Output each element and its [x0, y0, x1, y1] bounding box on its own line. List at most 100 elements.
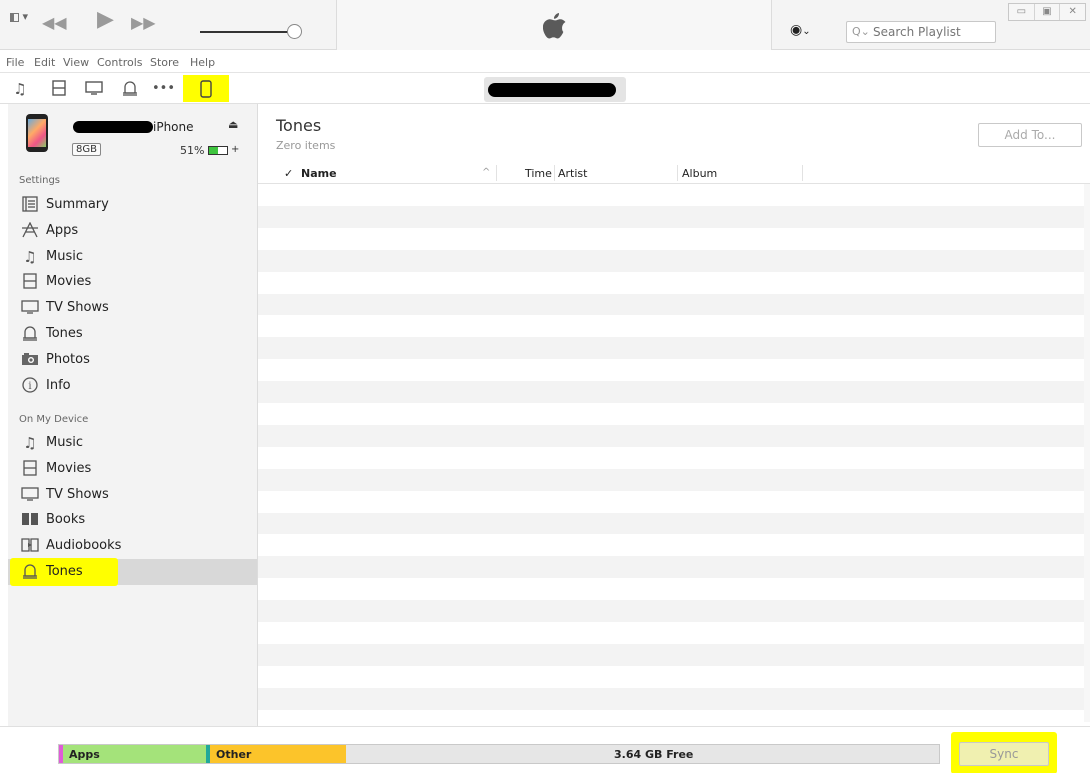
iphone-image	[26, 114, 48, 152]
table-row	[258, 315, 1084, 338]
redaction-mark	[73, 121, 153, 133]
sidebar-item-tones[interactable]: Tones	[8, 321, 257, 347]
apps-icon	[20, 221, 40, 240]
device-name-button[interactable]	[484, 77, 626, 102]
play-icon[interactable]: ▶	[97, 9, 114, 31]
summary-icon	[20, 196, 40, 214]
sidebar-item-label: Books	[46, 512, 86, 528]
menu-file[interactable]: File	[6, 56, 24, 69]
sidebar-item-label: Tones	[46, 564, 83, 579]
movies-icon	[20, 460, 40, 478]
album-column-header[interactable]: Album	[682, 167, 717, 180]
sidebar-item-summary[interactable]: Summary	[8, 192, 257, 218]
menu-view[interactable]: View	[63, 56, 89, 69]
table-row	[258, 293, 1084, 316]
table-row	[258, 687, 1084, 710]
table-row	[258, 403, 1084, 425]
volume-slider[interactable]	[200, 31, 288, 33]
table-row	[258, 446, 1084, 469]
table-row	[258, 534, 1084, 557]
device-icon[interactable]	[197, 80, 215, 98]
minimize-button[interactable]: ▭	[1009, 4, 1035, 20]
sidebar-item-label: Summary	[46, 197, 109, 212]
sidebar-item-apps[interactable]: Apps	[8, 218, 257, 244]
apps-segment: Apps	[63, 745, 206, 763]
sidebar-device-item-movies[interactable]: Movies	[8, 456, 257, 482]
maximize-button[interactable]: ▣	[1035, 4, 1061, 20]
sidebar-item-label: TV Shows	[46, 486, 109, 502]
table-row	[258, 381, 1084, 403]
tv-icon[interactable]	[84, 80, 104, 98]
camera-icon	[20, 351, 40, 369]
free-space-label: 3.64 GB Free	[614, 748, 694, 761]
music-icon: ♫	[23, 247, 37, 266]
table-row	[258, 249, 1084, 272]
table-row	[258, 512, 1084, 535]
menu-help[interactable]: Help	[190, 56, 215, 69]
player-toolbar: ▾ ◀◀ ▶ ▶▶ ◉⌄ Q⌄ ▭ ▣ ✕	[0, 0, 1090, 50]
table-row	[258, 643, 1084, 666]
sidebar-item-tv-shows[interactable]: TV Shows	[8, 295, 257, 321]
search-field[interactable]: Q⌄	[846, 21, 996, 43]
close-button[interactable]: ✕	[1060, 4, 1085, 20]
menu-controls[interactable]: Controls	[97, 56, 143, 69]
checkbox-column-header[interactable]: ✓	[284, 167, 293, 180]
sidebar-item-photos[interactable]: Photos	[8, 347, 257, 373]
menu-edit[interactable]: Edit	[34, 56, 55, 69]
apple-logo-icon	[543, 13, 566, 39]
sidebar-item-movies[interactable]: Movies	[8, 269, 257, 295]
table-row	[258, 359, 1084, 382]
sidebar-item-label: Audiobooks	[46, 538, 122, 554]
eject-icon[interactable]: ⏏	[228, 118, 238, 131]
sidebar-item-info[interactable]: i Info	[8, 373, 257, 399]
sync-button[interactable]: Sync	[959, 742, 1049, 766]
table-row	[258, 205, 1084, 228]
bell-icon	[20, 325, 40, 343]
more-icon[interactable]: •••	[152, 80, 175, 98]
sidebar-device-item-tones[interactable]: Tones	[8, 559, 257, 585]
table-row	[258, 468, 1084, 491]
sidebar-item-label: Photos	[46, 351, 90, 367]
item-count: Zero items	[276, 139, 336, 152]
scrollbar[interactable]	[1084, 184, 1090, 722]
sidebar-item-label: Movies	[46, 274, 92, 290]
books-icon	[20, 511, 40, 529]
table-row	[258, 600, 1084, 622]
time-column-header[interactable]: Time	[525, 167, 552, 180]
search-icon: Q⌄	[852, 25, 870, 38]
volume-knob[interactable]	[287, 24, 302, 39]
sidebar-device-item-music[interactable]: ♫ Music	[8, 430, 257, 456]
music-icon[interactable]: ♫	[10, 80, 30, 98]
add-to-button[interactable]: Add To...	[978, 123, 1082, 147]
table-row	[258, 622, 1084, 644]
name-column-header[interactable]: Name	[301, 167, 337, 180]
table-row	[258, 227, 1084, 250]
menu-store[interactable]: Store	[150, 56, 179, 69]
table-row	[258, 665, 1084, 688]
other-segment: Other	[210, 745, 346, 763]
menu-bar: File Edit View Controls Store Help	[0, 51, 1090, 73]
page-title: Tones	[276, 116, 322, 135]
sidebar-device-item-tv-shows[interactable]: TV Shows	[8, 482, 257, 508]
sidebar-device-item-audiobooks[interactable]: Audiobooks	[8, 533, 257, 559]
previous-track-icon[interactable]: ◀◀	[42, 14, 67, 32]
movies-icon[interactable]	[50, 80, 68, 98]
next-track-icon[interactable]: ▶▶	[131, 14, 156, 32]
sidebar-item-label: Apps	[46, 222, 79, 238]
sidebar-device-item-books[interactable]: Books	[8, 507, 257, 533]
sidebar-item-music[interactable]: ♫ Music	[8, 244, 257, 270]
miniplayer-menu-button[interactable]: ▾	[10, 10, 36, 26]
search-input[interactable]	[873, 24, 991, 40]
media-toolbar: ♫ •••	[0, 74, 1090, 104]
tv-icon	[20, 299, 40, 317]
account-icon[interactable]: ◉⌄	[790, 22, 811, 38]
window-controls: ▭ ▣ ✕	[1008, 3, 1086, 21]
tones-icon[interactable]	[120, 80, 140, 98]
artist-column-header[interactable]: Artist	[558, 167, 587, 180]
main-panel: Tones Zero items Add To... ✓ Name ^ Time…	[258, 104, 1090, 732]
battery-percent: 51%	[180, 144, 205, 157]
movies-icon	[20, 273, 40, 291]
bell-icon	[20, 563, 40, 581]
sidebar-item-label: Music	[46, 248, 83, 264]
table-header: ✓ Name ^ Time Artist Album	[258, 162, 1090, 184]
